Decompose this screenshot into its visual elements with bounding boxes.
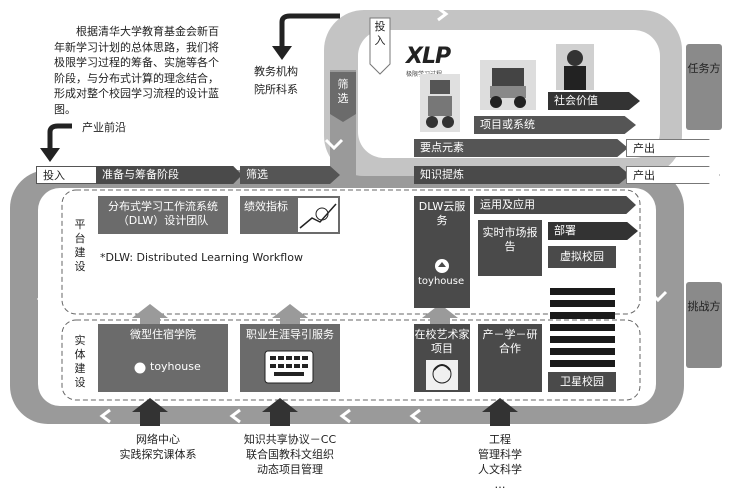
career-label: 职业生涯导引服务 [246, 328, 334, 341]
kpi-label: 绩效指标 [244, 200, 288, 213]
entity-side-label: 实体建设 [74, 334, 86, 389]
flow-prepare: 准备与筹备阶段 [96, 166, 242, 184]
dlw-team-box: 分布式学习工作流系统（DLW）设计团队 [98, 196, 228, 234]
career-box: 职业生涯导引服务 [240, 324, 340, 392]
virtual-campus: 虚拟校园 [548, 246, 616, 268]
campus-stripe-3 [550, 312, 615, 319]
campus-stripe-7 [550, 360, 615, 367]
key-elements-bar: 要点元素 [414, 139, 628, 157]
apply-bar: 运用及应用 [474, 196, 636, 214]
kpi-chart-icon [298, 198, 338, 232]
toyhouse-label-college: toyhouse [150, 360, 201, 373]
challenge-side-box: 挑战方 [686, 282, 722, 368]
dlw-cloud-box: DLW云服务 toyhouse [414, 196, 470, 308]
campus-stripe-5 [550, 336, 615, 343]
bottom-col3-line4: … [494, 478, 506, 491]
dlw-note: *DLW: Distributed Learning Workflow [100, 251, 303, 264]
satellite-campus: 卫星校园 [548, 372, 616, 392]
output-top-arrow: 产出 [626, 139, 720, 157]
keyboard-icon [264, 350, 314, 384]
bottom-col2-line1: 知识共享协议－CC [243, 433, 337, 446]
edu-inst-line1: 教务机构 [254, 65, 298, 78]
toyhouse-label-cloud: toyhouse [418, 276, 465, 287]
bottom-col3: 工程 管理科学 人文科学 … [470, 432, 530, 492]
bottom-col3-line3: 人文科学 [478, 463, 522, 476]
artist-label: 在校艺术家项目 [414, 328, 470, 355]
flow-refine: 知识提炼 [414, 166, 630, 184]
bottom-col2-line2: 联合国教科文组织 [246, 448, 334, 461]
industry-arrow [47, 123, 72, 150]
top-input-label: 投入 [374, 20, 386, 47]
social-value-bar: 社会价值 [548, 92, 640, 110]
artist-portrait-icon [426, 360, 458, 390]
flow-output: 产出 [626, 166, 720, 184]
industry-research-box: 产－学－研合作 [478, 324, 542, 392]
campus-stripe-4 [550, 324, 615, 331]
campus-stripe-6 [550, 348, 615, 355]
platform-side-label: 平台建设 [74, 218, 86, 273]
bottom-col2: 知识共享协议－CC 联合国教科文组织 动态项目管理 [230, 432, 350, 477]
robot-photo-1 [420, 74, 460, 132]
kpi-box: 绩效指标 [240, 196, 340, 234]
toyhouse-icon [435, 259, 449, 273]
intro-paragraph: 根据清华大学教育基金会新百年新学习计划的总体思路，我们将极限学习过程的筹备、实施… [54, 25, 219, 116]
bottom-col2-line3: 动态项目管理 [257, 463, 323, 476]
presenter-photo [556, 44, 594, 90]
edu-inst-line2: 院所科系 [254, 83, 298, 96]
deploy-bar: 部署 [548, 222, 638, 240]
bottom-col1-line2: 实践探究课体系 [119, 448, 197, 461]
campus-stripe-1 [550, 288, 615, 295]
bottom-col1: 网络中心 实践探究课体系 [118, 432, 198, 462]
micro-college-label: 微型住宿学院 [130, 328, 196, 341]
bottom-col1-line1: 网络中心 [136, 433, 180, 446]
xlp-logo: XLP 极限学习过程 [406, 44, 451, 78]
industry-label: 产业前沿 [82, 121, 126, 134]
bottom-col3-line1: 工程 [489, 433, 511, 446]
flow-input: 投入 [36, 166, 98, 184]
artist-box: 在校艺术家项目 [414, 324, 470, 392]
flow-screen: 筛选 [240, 166, 340, 184]
robot-photo-2 [480, 60, 536, 110]
bottom-col3-line2: 管理科学 [478, 448, 522, 461]
campus-stripe-2 [550, 300, 615, 307]
micro-college-box: 微型住宿学院 toyhouse [98, 324, 228, 392]
project-system-bar: 项目或系统 [474, 116, 636, 134]
screen-vertical-label: 筛选 [337, 78, 349, 105]
market-report-box: 实时市场报告 [478, 220, 542, 276]
task-side-box: 任务方 [686, 44, 722, 130]
toyhouse-icon-2 [134, 362, 146, 374]
dlw-cloud-label: DLW云服务 [418, 200, 466, 227]
